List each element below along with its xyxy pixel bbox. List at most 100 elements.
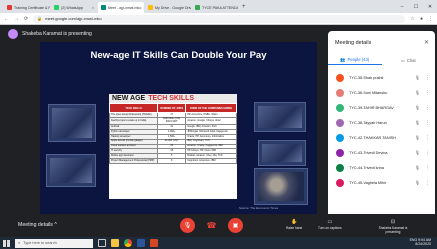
tab-title: My Drive - Google Drive	[155, 5, 191, 10]
tab-people[interactable]: 👥 People (43)	[328, 55, 382, 65]
tab-title: (2) WhatsApp	[61, 5, 83, 10]
hand-icon: ✋	[290, 219, 298, 225]
table-row: Project Management Professional (PMP) 9 Co…	[108, 158, 237, 164]
companies-cell: Amazon, Google, Infosys, Airtel	[185, 116, 237, 126]
participant-row[interactable]: TYC-39-TAHIR BHARGAV 🎙 ⋮	[328, 100, 435, 115]
panel-title: Meeting details	[335, 40, 372, 46]
search-placeholder: Type here to search	[23, 241, 57, 245]
presenting-button[interactable]: ⊡ Shakeba Karamat is presenting	[372, 219, 414, 234]
browser-tab-strip: Training Certificate & Photos×(2) WhatsA…	[0, 0, 437, 13]
mic-off-icon: 🎙	[414, 150, 420, 155]
system-clock[interactable]: ENG 9:04 AM 8/24/2020	[410, 238, 437, 247]
chat-icon: ▭	[400, 57, 405, 63]
tab-close-icon[interactable]: ×	[143, 5, 144, 10]
back-icon[interactable]: ←	[4, 16, 9, 22]
camera-off-icon: ▣	[232, 223, 239, 229]
more-options-icon[interactable]: ⋮	[425, 150, 430, 156]
powerpoint-icon[interactable]	[150, 239, 158, 247]
menu-icon[interactable]: ⋮	[428, 16, 433, 22]
captions-label: Turn on captions	[318, 226, 342, 230]
reload-icon[interactable]: ⟳	[24, 16, 28, 22]
task-view-icon[interactable]	[98, 239, 106, 247]
presentation-slide: New-age IT Skills Can Double Your Pay NE…	[40, 42, 317, 214]
clock-date: 8/24/2020	[415, 242, 431, 246]
mic-off-icon: 🎙	[414, 165, 420, 170]
jobs-cell: $120,000+ (US) 600/1,000*	[157, 116, 187, 126]
avatar	[336, 178, 344, 187]
present-icon: ⊡	[390, 219, 396, 225]
participant-row[interactable]: TYC-44-Trivedi krina 🎙 ⋮	[328, 160, 435, 175]
slide-title: New-age IT Skills Can Double Your Pay	[90, 50, 267, 61]
mic-off-icon: 🎙	[414, 135, 420, 140]
hang-up-icon: ☎	[206, 221, 217, 230]
mic-off-icon: 🎙	[183, 223, 192, 229]
raise-hand-label: Raise hand	[286, 226, 303, 230]
participant-row[interactable]: TYC-42-THAKKAR TANISH 🎙 ⋮	[328, 130, 435, 145]
mic-toggle-button[interactable]: 🎙	[180, 218, 195, 233]
captions-button[interactable]: ▭ Turn on captions	[318, 219, 342, 230]
forward-icon[interactable]: →	[14, 16, 19, 22]
browser-tab[interactable]: (2) WhatsApp ×	[51, 2, 97, 13]
skill-cell: Project Management Professional (PMP)	[108, 158, 159, 164]
more-options-icon[interactable]: ⋮	[425, 120, 430, 126]
raise-hand-button[interactable]: ✋ Raise hand	[286, 219, 302, 230]
meeting-details-button[interactable]: Meeting details ^	[18, 222, 57, 228]
window-controls: – ☐ ✕	[395, 0, 437, 13]
new-tab-button[interactable]: +	[239, 4, 249, 10]
os-taskbar: ⌕ Type here to search ENG 9:04 AM 8/24/2…	[0, 237, 437, 249]
chrome-icon[interactable]	[124, 239, 132, 247]
url-text: meet.google.com/ajp-xmwi-mko	[45, 16, 102, 21]
more-options-icon[interactable]: ⋮	[425, 105, 430, 111]
presenter-banner: Shakeba Karamat is presenting	[8, 29, 92, 39]
participant-row[interactable]: TYC-45-Vaghela Mihir 🎙 ⋮	[328, 175, 435, 190]
participant-row[interactable]: TYC-35-Shah pushti 🎙 ⋮	[328, 70, 435, 85]
tab-chat-label: Chat	[406, 57, 416, 63]
profile-icon[interactable]: ●	[420, 16, 423, 22]
file-explorer-icon[interactable]	[111, 239, 119, 247]
participant-row[interactable]: TYC-43-Trivedi Devina 🎙 ⋮	[328, 145, 435, 160]
avatar	[336, 133, 344, 142]
tab-chat[interactable]: ▭ Chat	[382, 55, 436, 65]
panel-tabs: 👥 People (43) ▭ Chat	[328, 55, 435, 65]
skills-table: NEW AGE TECH SKILLS TECH SKILLS NUMBER O…	[108, 94, 237, 199]
word-icon[interactable]	[137, 239, 145, 247]
leave-call-button[interactable]: ☎	[204, 218, 219, 233]
minimize-icon[interactable]: –	[395, 0, 409, 13]
companies-cell: Cognizant, Accenture, IBM	[185, 158, 237, 164]
participant-name: TYC-36-Soni Mitanshu	[349, 90, 388, 95]
table-heading-1: NEW AGE	[112, 95, 146, 102]
maximize-icon[interactable]: ☐	[409, 0, 423, 13]
slide-image	[46, 154, 96, 187]
lock-icon: 🔒	[37, 16, 43, 21]
more-options-icon[interactable]: ⋮	[425, 90, 430, 96]
close-window-icon[interactable]: ✕	[423, 0, 437, 13]
tab-favicon-icon	[101, 5, 106, 10]
more-options-icon[interactable]: ⋮	[425, 165, 430, 171]
tab-favicon-icon	[148, 5, 153, 10]
url-input[interactable]: 🔒 meet.google.com/ajp-xmwi-mko	[33, 14, 406, 23]
mic-off-icon: 🎙	[414, 120, 420, 125]
chevron-up-icon: ^	[54, 222, 57, 228]
avatar	[336, 103, 344, 112]
more-options-icon[interactable]: ⋮	[425, 180, 430, 186]
browser-tab[interactable]: Training Certificate & Photos×	[4, 2, 50, 13]
camera-toggle-button[interactable]: ▣	[228, 218, 243, 233]
more-options-icon[interactable]: ⋮	[425, 135, 430, 141]
star-icon[interactable]: ☆	[410, 16, 414, 22]
table-heading-2: TECH SKILLS	[148, 95, 195, 102]
windows-start-icon[interactable]	[3, 239, 10, 247]
browser-tab[interactable]: TYCE PAKA ATTENDANCE MU×	[192, 2, 238, 13]
participant-row[interactable]: TYC-38-Tayyab Harun 🎙 ⋮	[328, 115, 435, 130]
taskbar-search-input[interactable]: ⌕ Type here to search	[15, 238, 93, 248]
avatar	[336, 163, 344, 172]
tab-close-icon[interactable]: ×	[92, 5, 94, 10]
avatar	[336, 73, 344, 82]
more-options-icon[interactable]: ⋮	[425, 75, 430, 81]
close-icon[interactable]: ✕	[424, 39, 429, 46]
participant-name: TYC-45-Vaghela Mihir	[349, 180, 387, 185]
browser-tab[interactable]: Meet - ajp-xmwi-mko×	[98, 2, 144, 13]
browser-tab[interactable]: My Drive - Google Drive ×	[145, 2, 191, 13]
presenting-control-label: Shakeba Karamat is presenting	[378, 226, 408, 234]
participant-row[interactable]: TYC-36-Soni Mitanshu 🎙 ⋮	[328, 85, 435, 100]
mic-off-icon: 🎙	[414, 75, 420, 80]
